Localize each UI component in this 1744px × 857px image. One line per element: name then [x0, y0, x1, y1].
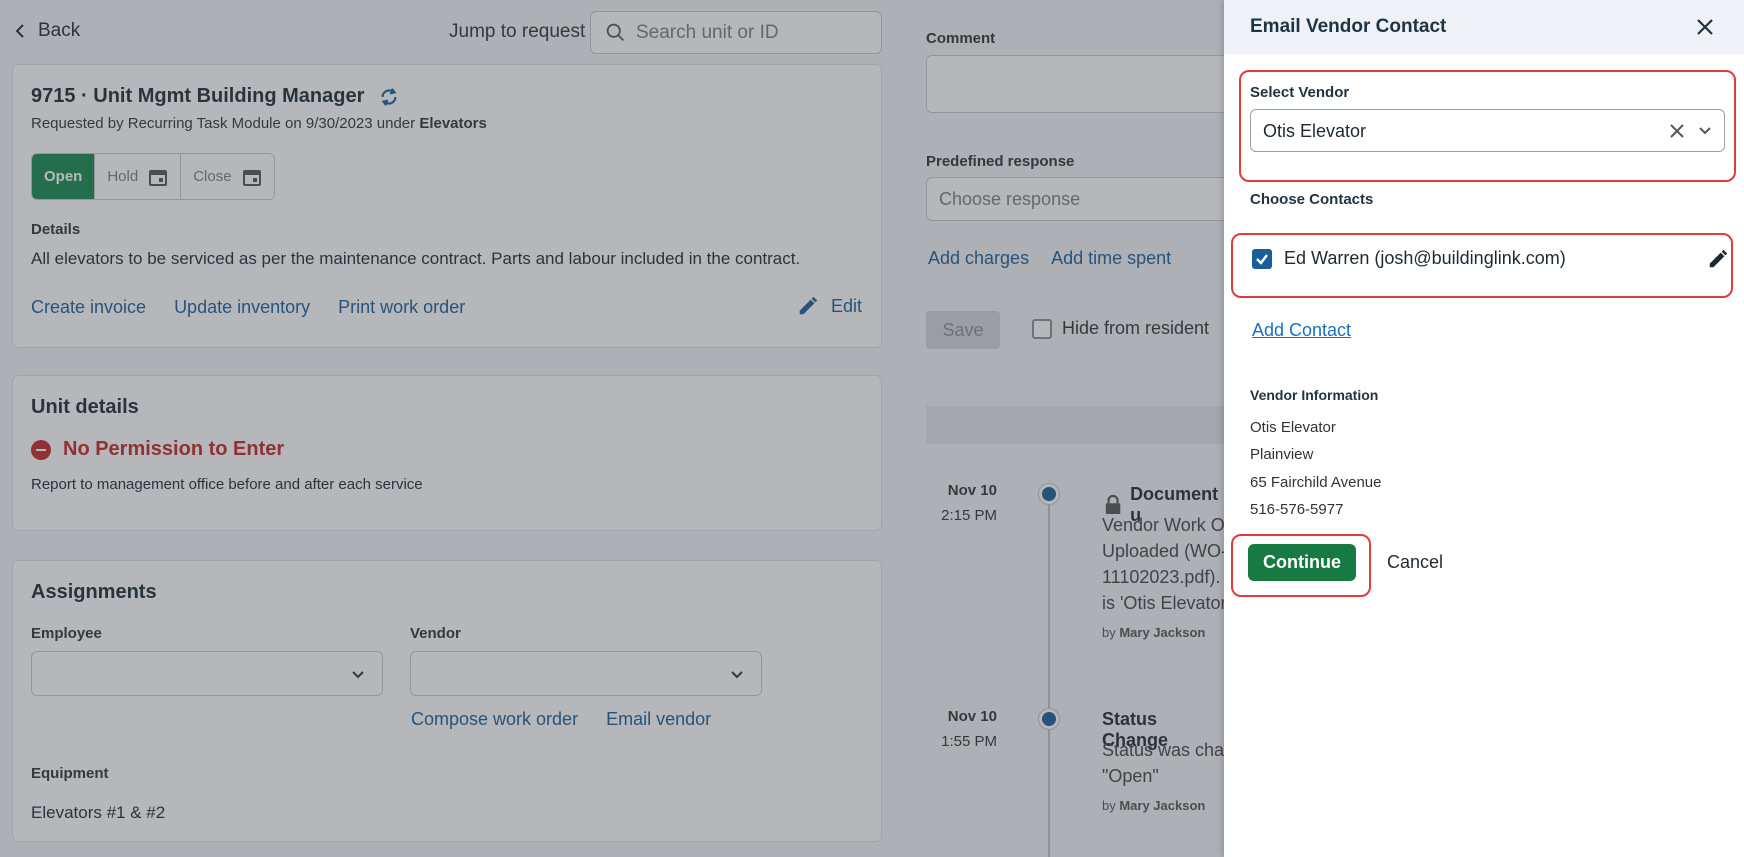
email-vendor-contact-drawer: Email Vendor Contact Select Vendor Otis …	[1224, 0, 1744, 857]
clear-icon[interactable]	[1667, 121, 1687, 141]
select-vendor-label: Select Vendor	[1250, 84, 1350, 101]
selected-vendor: Otis Elevator	[1263, 121, 1367, 141]
continue-button[interactable]: Continue	[1248, 544, 1356, 581]
checkmark-icon	[1256, 253, 1268, 265]
drawer-title: Email Vendor Contact	[1250, 16, 1447, 37]
vendor-info-address: 65 Fairchild Avenue	[1250, 474, 1382, 491]
contact-checkbox-row[interactable]: Ed Warren (josh@buildinglink.com)	[1252, 248, 1566, 269]
modal-backdrop[interactable]	[0, 0, 1224, 857]
vendor-information-label: Vendor Information	[1250, 387, 1379, 403]
drawer-header: Email Vendor Contact	[1224, 0, 1744, 54]
vendor-info-name: Otis Elevator	[1250, 419, 1336, 436]
vendor-dropdown[interactable]: Otis Elevator	[1250, 109, 1725, 152]
chevron-down-icon[interactable]	[1697, 123, 1713, 139]
vendor-info-phone: 516-576-5977	[1250, 501, 1344, 518]
choose-contacts-label: Choose Contacts	[1250, 191, 1374, 208]
contact-label: Ed Warren (josh@buildinglink.com)	[1284, 248, 1566, 268]
pencil-icon[interactable]	[1707, 248, 1729, 270]
add-contact-link[interactable]: Add Contact	[1252, 320, 1351, 341]
vendor-info-city: Plainview	[1250, 446, 1314, 463]
cancel-button[interactable]: Cancel	[1387, 552, 1443, 573]
close-icon[interactable]	[1694, 16, 1716, 38]
checkbox-checked[interactable]	[1252, 248, 1272, 269]
